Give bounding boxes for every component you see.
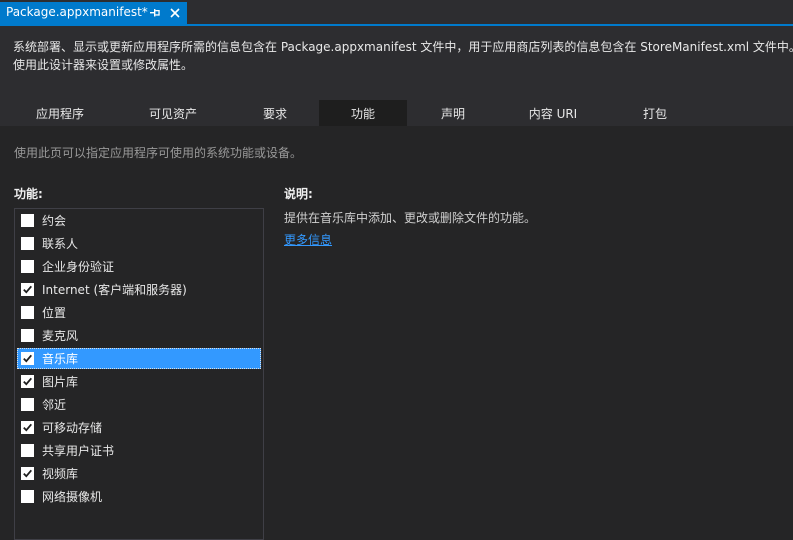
capability-label: 联系人 <box>42 237 79 251</box>
capability-checkbox[interactable] <box>21 260 34 273</box>
document-tab-title: Package.appxmanifest* <box>6 5 148 19</box>
capability-item[interactable]: Internet (客户端和服务器) <box>17 279 261 300</box>
capability-checkbox[interactable] <box>21 490 34 503</box>
capability-item[interactable]: 位置 <box>17 302 261 323</box>
tab-content-uris[interactable]: 内容 URI <box>510 100 596 126</box>
tab-packaging[interactable]: 打包 <box>612 100 698 126</box>
tab-application[interactable]: 应用程序 <box>17 100 103 126</box>
checkmark-icon <box>23 285 32 294</box>
capability-item[interactable]: 联系人 <box>17 233 261 254</box>
manifest-header: 系统部署、显示或更新应用程序所需的信息包含在 Package.appxmanif… <box>0 26 793 126</box>
capability-item[interactable]: 邻近 <box>17 394 261 415</box>
capabilities-heading: 功能: <box>14 187 43 201</box>
capability-item[interactable]: 约会 <box>17 210 261 231</box>
capability-label: 网络摄像机 <box>42 490 103 504</box>
capability-item[interactable]: 麦克风 <box>17 325 261 346</box>
capability-checkbox[interactable] <box>21 237 34 250</box>
tab-capabilities[interactable]: 功能 <box>319 100 407 126</box>
capability-label: Internet (客户端和服务器) <box>42 283 187 297</box>
capability-item[interactable]: 音乐库 <box>17 348 261 369</box>
capability-label: 可移动存储 <box>42 421 103 435</box>
capability-item[interactable]: 可移动存储 <box>17 417 261 438</box>
capability-label: 音乐库 <box>42 352 79 366</box>
capabilities-page: 使用此页可以指定应用程序可使用的系统功能或设备。 功能: 约会联系人企业身份验证… <box>0 126 793 540</box>
tab-visual-assets[interactable]: 可见资产 <box>130 100 216 126</box>
capability-checkbox[interactable] <box>21 467 34 480</box>
capability-checkbox[interactable] <box>21 352 34 365</box>
capability-checkbox[interactable] <box>21 421 34 434</box>
capability-checkbox[interactable] <box>21 283 34 296</box>
description-heading: 说明: <box>284 187 313 201</box>
pin-icon[interactable] <box>149 6 161 20</box>
capability-item[interactable]: 视频库 <box>17 463 261 484</box>
page-hint: 使用此页可以指定应用程序可使用的系统功能或设备。 <box>14 146 303 160</box>
checkmark-icon <box>23 469 32 478</box>
capability-label: 共享用户证书 <box>42 444 115 458</box>
capability-item[interactable]: 网络摄像机 <box>17 486 261 507</box>
capability-checkbox[interactable] <box>21 444 34 457</box>
capability-label: 位置 <box>42 306 67 320</box>
capabilities-list[interactable]: 约会联系人企业身份验证 Internet (客户端和服务器) 位置麦克风音乐库图片库… <box>14 208 264 540</box>
capability-checkbox[interactable] <box>21 329 34 342</box>
capability-item[interactable]: 共享用户证书 <box>17 440 261 461</box>
document-tab[interactable]: Package.appxmanifest* <box>0 2 187 24</box>
capability-label: 图片库 <box>42 375 79 389</box>
capability-checkbox[interactable] <box>21 214 34 227</box>
capability-item[interactable]: 企业身份验证 <box>17 256 261 277</box>
capability-checkbox[interactable] <box>21 306 34 319</box>
checkmark-icon <box>23 354 32 363</box>
more-info-link[interactable]: 更多信息 <box>284 231 332 248</box>
document-tab-strip: Package.appxmanifest* <box>0 0 793 26</box>
designer-tabs: 应用程序 可见资产 要求 功能 声明 内容 URI 打包 <box>0 100 793 126</box>
capability-checkbox[interactable] <box>21 375 34 388</box>
capability-label: 约会 <box>42 214 67 228</box>
description-text: 提供在音乐库中添加、更改或删除文件的功能。 <box>284 211 537 225</box>
capability-label: 邻近 <box>42 398 67 412</box>
capability-item[interactable]: 图片库 <box>17 371 261 392</box>
manifest-description: 系统部署、显示或更新应用程序所需的信息包含在 Package.appxmanif… <box>13 40 793 72</box>
capability-label: 企业身份验证 <box>42 260 115 274</box>
capability-checkbox[interactable] <box>21 398 34 411</box>
capability-label: 视频库 <box>42 467 79 481</box>
capability-label: 麦克风 <box>42 329 79 343</box>
checkmark-icon <box>23 377 32 386</box>
checkmark-icon <box>23 423 32 432</box>
tab-declarations[interactable]: 声明 <box>410 100 496 126</box>
close-icon[interactable] <box>168 6 182 20</box>
tab-requirements[interactable]: 要求 <box>232 100 318 126</box>
